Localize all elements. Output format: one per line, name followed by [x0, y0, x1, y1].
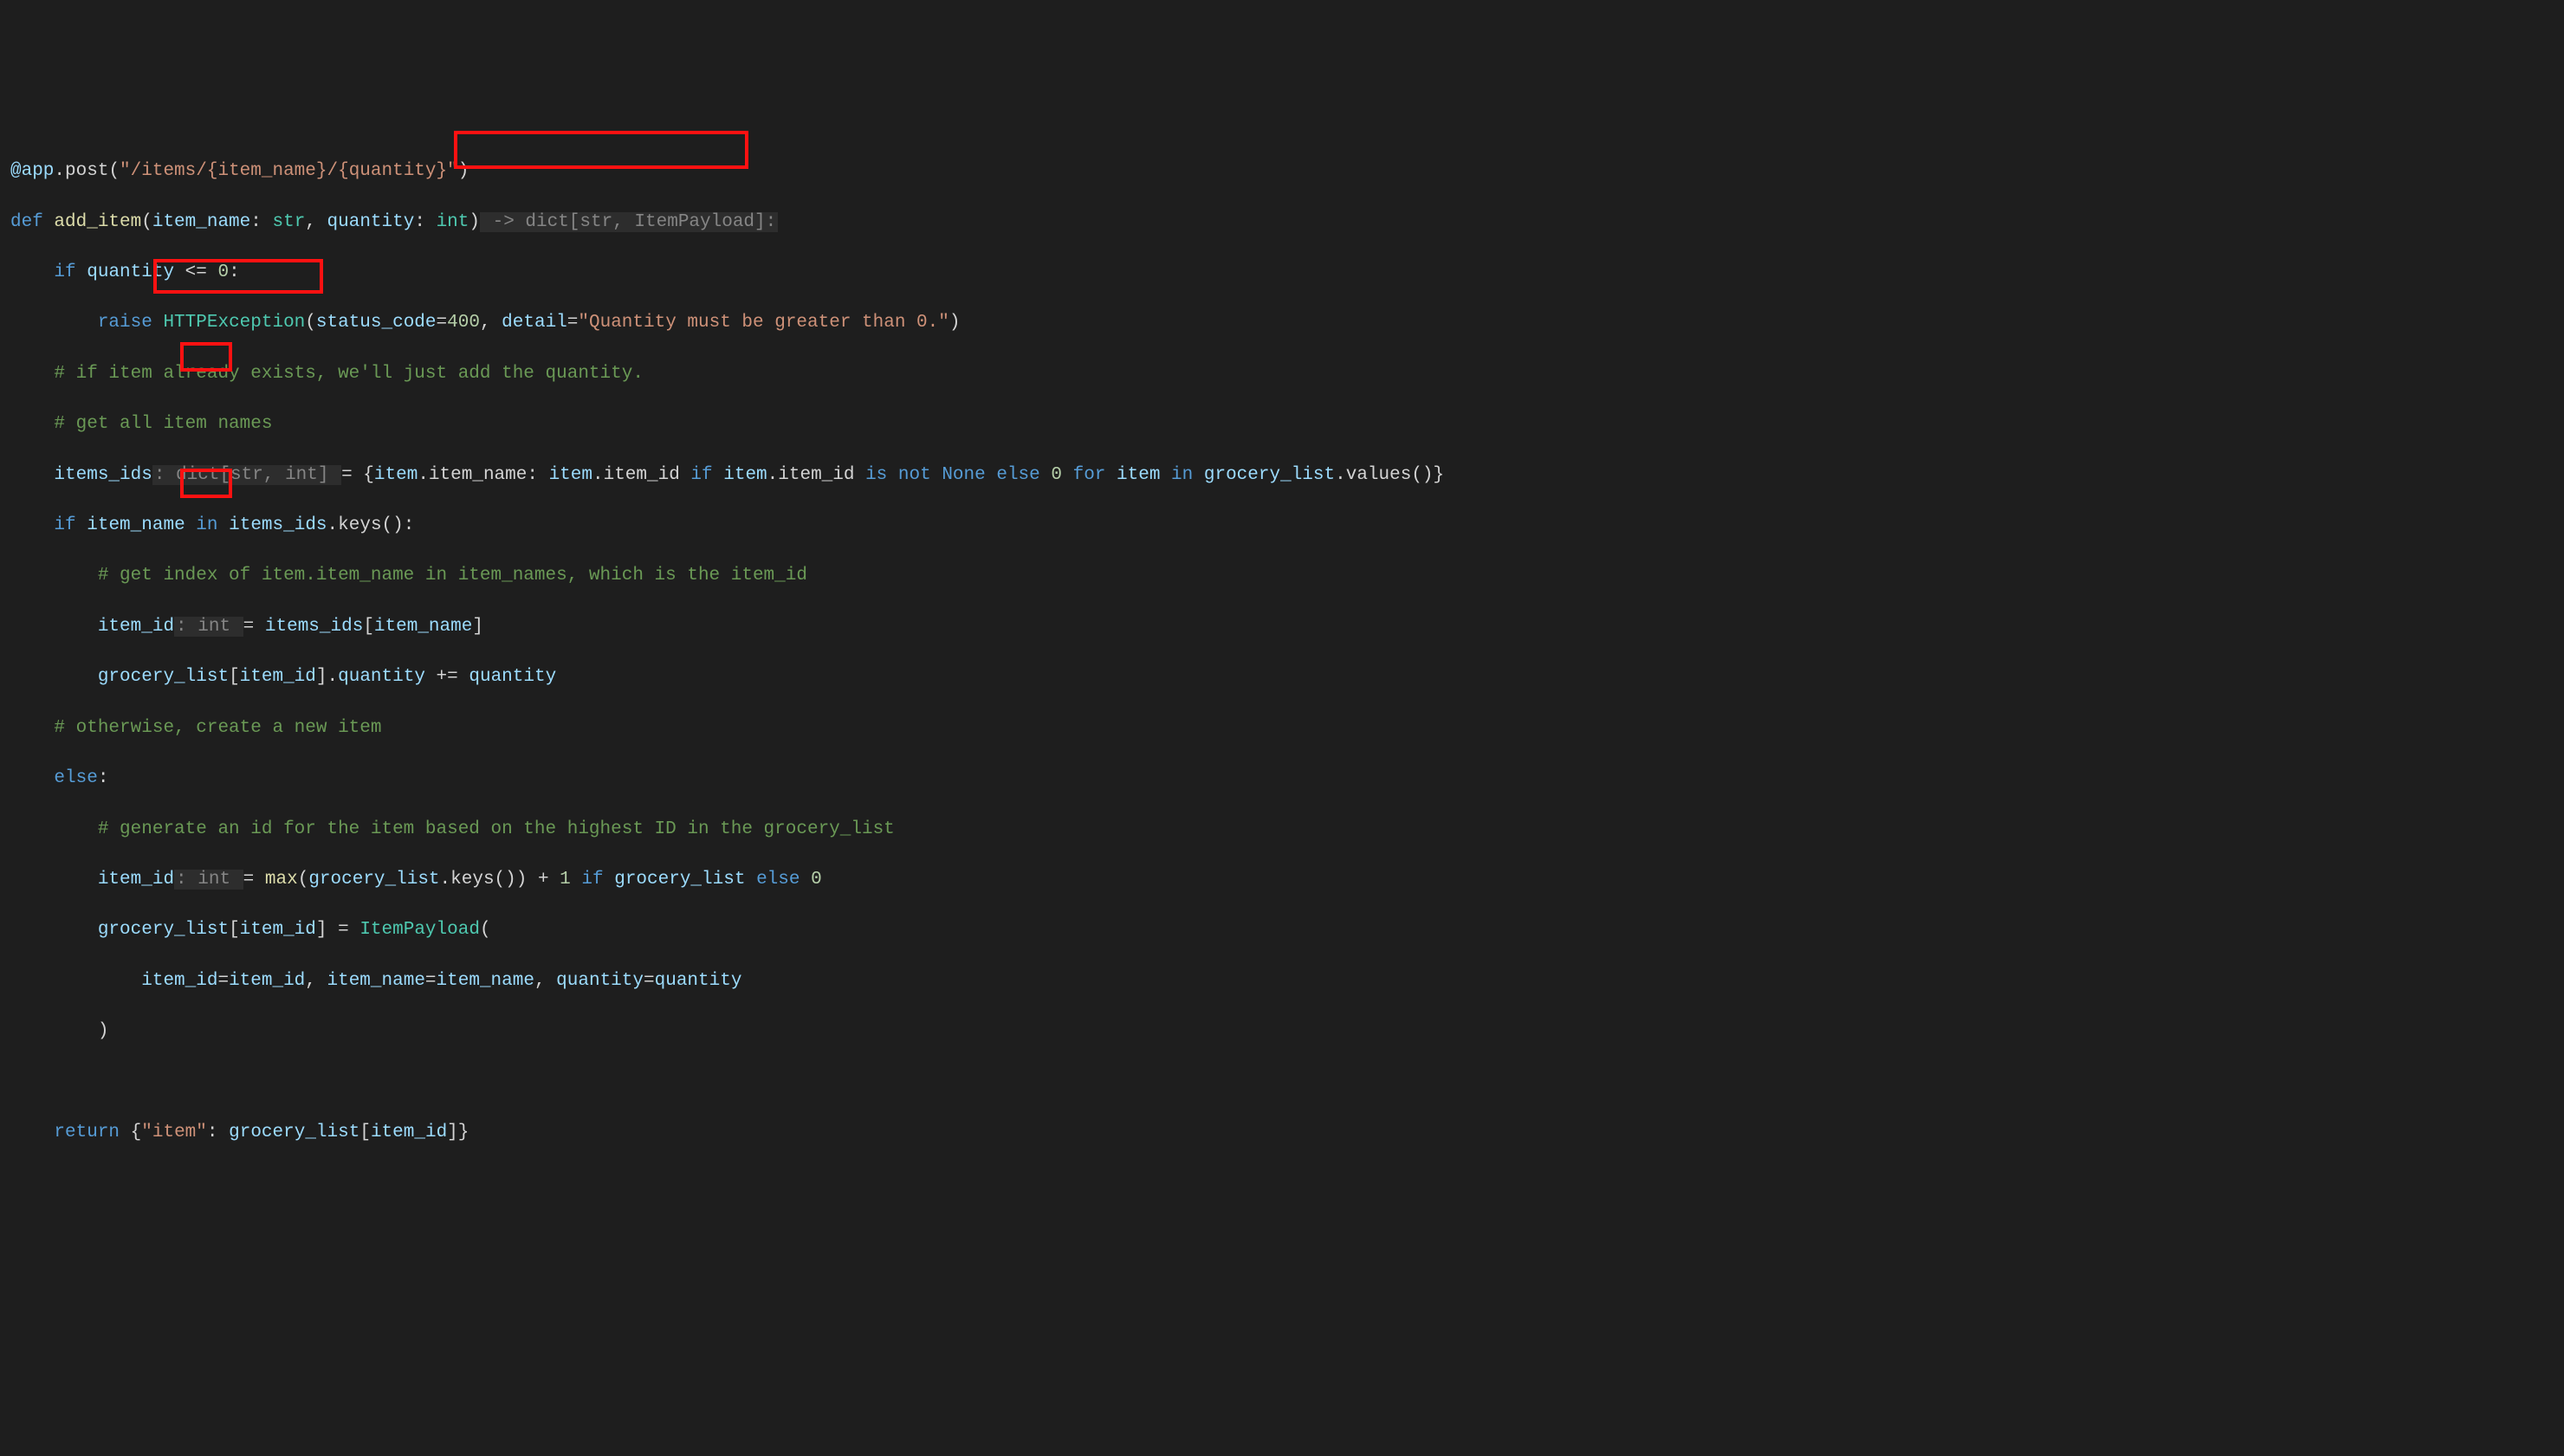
code-line: raise HTTPException(status_code=400, det… — [10, 310, 2554, 335]
code-line: @app.post("/items/{item_name}/{quantity}… — [10, 159, 2554, 184]
inline-type-hint[interactable]: : dict[str, int] — [152, 465, 341, 485]
inline-type-hint[interactable]: : int — [174, 870, 243, 890]
code-line: ) — [10, 1019, 2554, 1044]
code-line: item_id: int = max(grocery_list.keys()) … — [10, 867, 2554, 892]
code-line: def add_item(item_name: str, quantity: i… — [10, 210, 2554, 235]
code-line: grocery_list[item_id].quantity += quanti… — [10, 664, 2554, 689]
inline-type-hint[interactable]: -> dict[str, ItemPayload]: — [480, 212, 778, 232]
code-line: else: — [10, 766, 2554, 791]
code-line: if item_name in items_ids.keys(): — [10, 513, 2554, 538]
code-line: # get all item names — [10, 411, 2554, 437]
code-editor[interactable]: @app.post("/items/{item_name}/{quantity}… — [10, 108, 2554, 1323]
code-line: items_ids: dict[str, int] = {item.item_n… — [10, 463, 2554, 488]
code-line: return {"item": grocery_list[item_id]} — [10, 1120, 2554, 1145]
code-line: grocery_list[item_id] = ItemPayload( — [10, 917, 2554, 942]
code-line — [10, 1070, 2554, 1095]
inline-type-hint[interactable]: : int — [174, 617, 243, 637]
code-line: item_id=item_id, item_name=item_name, qu… — [10, 968, 2554, 993]
code-line: if quantity <= 0: — [10, 260, 2554, 285]
code-line: item_id: int = items_ids[item_name] — [10, 614, 2554, 639]
code-line: # otherwise, create a new item — [10, 715, 2554, 741]
code-line: # if item already exists, we'll just add… — [10, 361, 2554, 386]
code-line: # generate an id for the item based on t… — [10, 817, 2554, 842]
code-line: # get index of item.item_name in item_na… — [10, 563, 2554, 588]
